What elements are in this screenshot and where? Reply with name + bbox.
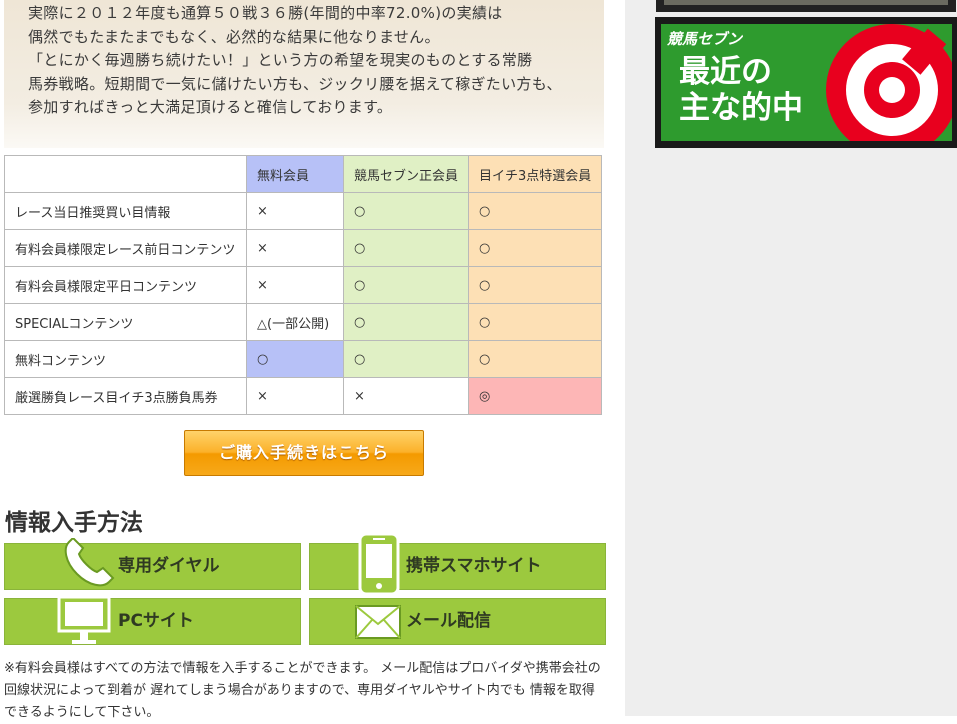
- pc-site-button[interactable]: PCサイト: [4, 595, 301, 645]
- cell-free: ×: [246, 229, 344, 267]
- header-cell: [4, 155, 247, 193]
- section-title: 情報入手方法: [5, 510, 143, 536]
- cell-free: ×: [246, 377, 344, 415]
- cell-free: △(一部公開): [246, 303, 344, 341]
- cell-regular: ○: [342, 266, 470, 304]
- table-row: SPECIALコンテンツ △(一部公開) ○ ○: [4, 303, 603, 341]
- purchase-button[interactable]: ご購入手続きはこちら: [184, 430, 424, 476]
- membership-comparison-table: 無料会員 競馬セブン正会員 目イチ3点特選会員 レース当日推奨買い目情報 × ○…: [4, 155, 603, 415]
- monitor-icon: [57, 595, 111, 644]
- cell-special: ○: [468, 340, 603, 378]
- row-label: 有料会員様限定平日コンテンツ: [4, 266, 247, 304]
- envelope-icon: [355, 605, 401, 639]
- header-free-member: 無料会員: [246, 155, 344, 193]
- table-row: 有料会員様限定レース前日コンテンツ × ○ ○: [4, 229, 603, 267]
- cell-regular: ○: [342, 303, 470, 341]
- cell-special: ○: [468, 192, 603, 230]
- table-row: 無料コンテンツ ○ ○ ○: [4, 340, 603, 378]
- banner-title-line2: 主な的中: [679, 90, 803, 126]
- cell-free: ×: [246, 266, 344, 304]
- intro-line: 馬券戦略。短期間で一気に儲けたい方も、ジックリ腰を据えて稼ぎたい方も、: [28, 74, 562, 93]
- row-label: 有料会員様限定レース前日コンテンツ: [4, 229, 247, 267]
- cell-special: ○: [468, 266, 603, 304]
- banner-title-line1: 最近の: [679, 54, 772, 90]
- intro-text: 実際に２０１２年度も通算５０戦３６勝(年間的中率72.0%)の実績は 偶然でもた…: [28, 2, 598, 120]
- table-header-row: 無料会員 競馬セブン正会員 目イチ3点特選会員: [4, 155, 603, 193]
- cell-free: ○: [246, 340, 344, 378]
- mail-label: メール配信: [406, 611, 491, 631]
- table-row: 有料会員様限定平日コンテンツ × ○ ○: [4, 266, 603, 304]
- cell-special: ○: [468, 303, 603, 341]
- row-label: 厳選勝負レース目イチ3点勝負馬券: [4, 377, 247, 415]
- intro-line: 偶然でもたまたまでもなく、必然的な結果に他なりません。: [28, 27, 440, 46]
- note-text: ※有料会員様はすべての方法で情報を入手することができます。 メール配信はプロバイ…: [4, 661, 601, 720]
- sidebar-banner-top[interactable]: [656, 0, 956, 12]
- cell-special: ○: [468, 229, 603, 267]
- mail-button[interactable]: メール配信: [309, 598, 606, 645]
- phone-icon: [64, 538, 115, 587]
- cell-regular: ○: [342, 340, 470, 378]
- target-icon: [826, 24, 952, 141]
- mobile-site-label: 携帯スマホサイト: [406, 556, 542, 576]
- mobile-site-button[interactable]: 携帯スマホサイト: [309, 532, 606, 596]
- cell-special: ◎: [468, 377, 603, 415]
- intro-line: 実際に２０１２年度も通算５０戦３６勝(年間的中率72.0%)の実績は: [28, 4, 503, 22]
- dial-button[interactable]: 専用ダイヤル: [4, 538, 301, 590]
- banner-brand: 競馬セブン: [667, 30, 743, 48]
- pc-site-label: PCサイト: [118, 611, 194, 631]
- table-row: レース当日推奨買い目情報 × ○ ○: [4, 192, 603, 230]
- row-label: レース当日推奨買い目情報: [4, 192, 247, 230]
- cell-free: ×: [246, 192, 344, 230]
- header-special-member: 目イチ3点特選会員: [468, 155, 603, 193]
- row-label: 無料コンテンツ: [4, 340, 247, 378]
- recent-hits-banner[interactable]: 競馬セブン 最近の 主な的中: [655, 17, 957, 148]
- cell-regular: ×: [342, 377, 470, 415]
- intro-block: 実際に２０１２年度も通算５０戦３６勝(年間的中率72.0%)の実績は 偶然でもた…: [4, 0, 604, 148]
- intro-line: 「とにかく毎週勝ち続けたい！」という方の希望を現実のものとする常勝: [28, 51, 533, 69]
- cell-regular: ○: [342, 192, 470, 230]
- intro-line: 参加すればきっと大満足頂けると確信しております。: [28, 98, 393, 116]
- table-row: 厳選勝負レース目イチ3点勝負馬券 × × ◎: [4, 377, 603, 415]
- dial-label: 専用ダイヤル: [118, 556, 220, 576]
- cell-regular: ○: [342, 229, 470, 267]
- row-label: SPECIALコンテンツ: [4, 303, 247, 341]
- header-regular-member: 競馬セブン正会員: [342, 155, 470, 193]
- smartphone-icon: [358, 532, 400, 596]
